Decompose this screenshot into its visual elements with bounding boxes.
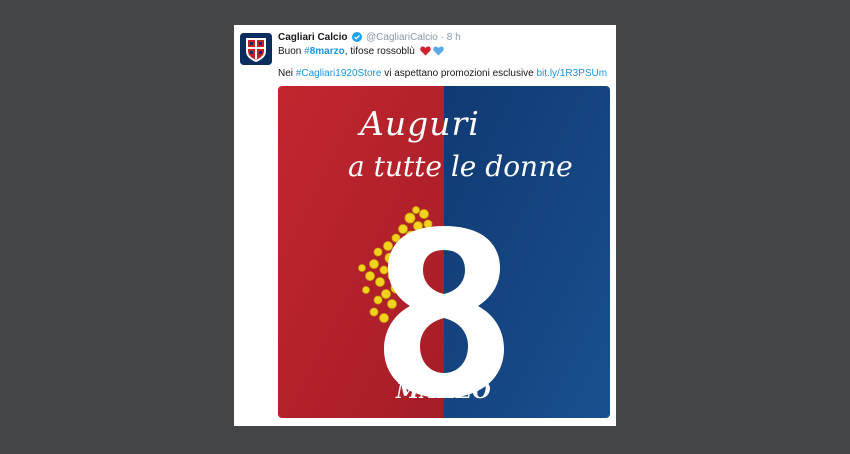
text-middle: vi aspettano promozioni esclusive [381,68,537,79]
tweet-header: Cagliari Calcio @CagliariCalcio · 8 h [278,32,461,46]
tweet-card[interactable]: Cagliari Calcio @CagliariCalcio · 8 h Bu… [234,25,616,426]
display-name[interactable]: Cagliari Calcio [278,32,347,43]
text-prefix: Buon [278,46,305,57]
hashtag-8marzo[interactable]: #8marzo [304,46,345,57]
cagliari-crest-icon [240,33,272,65]
timestamp[interactable]: 8 h [447,32,461,43]
text-prefix: Nei [278,68,296,79]
short-link[interactable]: bit.ly/1R3PSUm [537,68,608,79]
hashtag-text: 8marzo [309,46,345,57]
separator: · [440,32,444,43]
image-month-label: MARZO [396,378,492,403]
verified-badge-icon [352,32,363,46]
tweet-image[interactable]: Auguri a tutte le donne MARZO [278,86,610,418]
handle[interactable]: @CagliariCalcio [366,32,438,43]
text-suffix: , tifose rossoblù [344,46,415,57]
avatar[interactable] [240,33,272,65]
tweet-text-line-2: Nei #Cagliari1920Store vi aspettano prom… [278,68,607,80]
blue-heart-icon [432,46,444,60]
hashtag-store[interactable]: #Cagliari1920Store [296,68,382,79]
image-subheading: a tutte le donne [348,150,573,183]
tweet-text-line-1: Buon #8marzo, tifose rossoblù [278,46,444,60]
image-heading: Auguri [360,104,480,143]
red-heart-icon [419,46,431,60]
